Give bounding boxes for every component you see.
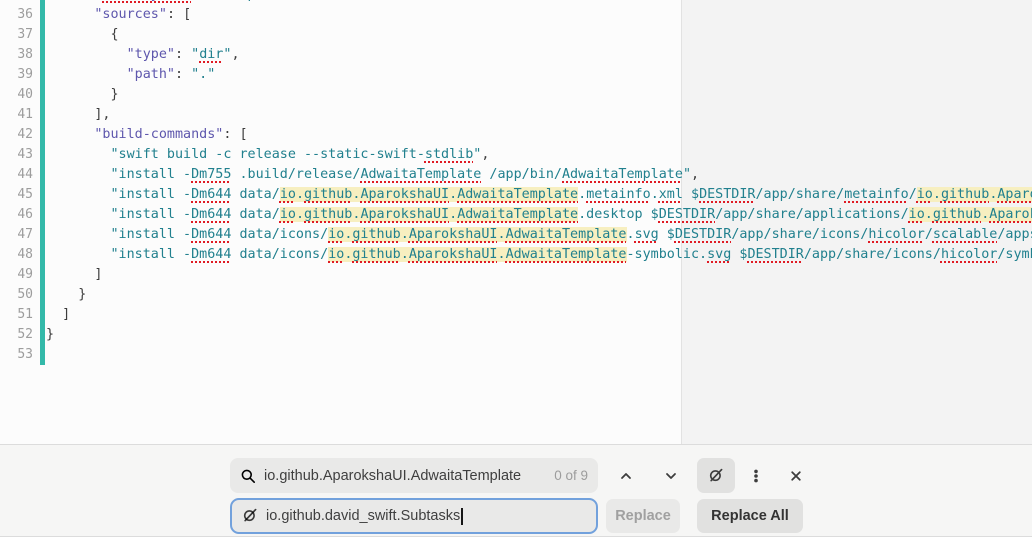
app-window: 35 "buildsystem": "simple",36 "sources":… bbox=[0, 0, 1032, 539]
code-text: } bbox=[46, 285, 86, 305]
find-replace-icon bbox=[242, 508, 258, 524]
changed-line-indicator bbox=[40, 5, 45, 25]
changed-line-indicator bbox=[40, 285, 45, 305]
code-line[interactable]: 47 "install -Dm644 data/icons/io.github.… bbox=[0, 225, 1032, 245]
text-caret bbox=[461, 508, 463, 525]
changed-line-indicator bbox=[40, 325, 45, 345]
code-lines: 35 "buildsystem": "simple",36 "sources":… bbox=[0, 0, 1032, 365]
search-options-menu-button[interactable] bbox=[737, 458, 775, 493]
code-text: "install -Dm644 data/icons/io.github.Apa… bbox=[46, 245, 1032, 265]
code-line[interactable]: 45 "install -Dm644 data/io.github.Aparok… bbox=[0, 185, 1032, 205]
code-line[interactable]: 37 { bbox=[0, 25, 1032, 45]
line-number: 41 bbox=[0, 105, 33, 125]
line-number: 50 bbox=[0, 285, 33, 305]
chevron-down-icon bbox=[663, 468, 679, 484]
chevron-up-icon bbox=[618, 468, 634, 484]
code-text: } bbox=[46, 325, 54, 345]
code-line[interactable]: 51 ] bbox=[0, 305, 1032, 325]
line-number: 47 bbox=[0, 225, 33, 245]
search-icon bbox=[240, 468, 256, 484]
code-line[interactable]: 38 "type": "dir", bbox=[0, 45, 1032, 65]
line-number: 52 bbox=[0, 325, 33, 345]
line-number: 38 bbox=[0, 45, 33, 65]
close-search-button[interactable] bbox=[777, 458, 815, 493]
replace-input[interactable]: io.github.david_swift.Subtasks bbox=[230, 498, 598, 534]
menu-kebab-icon bbox=[748, 468, 764, 484]
code-text: "install -Dm644 data/icons/io.github.Apa… bbox=[46, 225, 1032, 245]
code-text: ], bbox=[46, 105, 111, 125]
line-number: 44 bbox=[0, 165, 33, 185]
code-text: "install -Dm644 data/io.github.Aparoksha… bbox=[46, 205, 1032, 225]
code-text: "sources": [ bbox=[46, 5, 191, 25]
line-number: 51 bbox=[0, 305, 33, 325]
changed-line-indicator bbox=[40, 185, 45, 205]
code-line[interactable]: 40 } bbox=[0, 85, 1032, 105]
changed-line-indicator bbox=[40, 105, 45, 125]
code-text: ] bbox=[46, 265, 102, 285]
find-replace-icon bbox=[708, 468, 724, 484]
next-match-button[interactable] bbox=[652, 458, 690, 493]
code-text: { bbox=[46, 25, 119, 45]
line-number: 43 bbox=[0, 145, 33, 165]
changed-line-indicator bbox=[40, 45, 45, 65]
line-number: 42 bbox=[0, 125, 33, 145]
changed-line-indicator bbox=[40, 65, 45, 85]
search-replace-bar: io.github.AparokshaUI.AdwaitaTemplate 0 … bbox=[0, 444, 1032, 537]
line-number: 53 bbox=[0, 345, 33, 365]
match-count: 0 of 9 bbox=[554, 468, 588, 483]
close-icon bbox=[788, 468, 804, 484]
line-number: 39 bbox=[0, 65, 33, 85]
changed-line-indicator bbox=[40, 25, 45, 45]
code-text: "path": "." bbox=[46, 65, 215, 85]
code-line[interactable]: 49 ] bbox=[0, 265, 1032, 285]
changed-line-indicator bbox=[40, 225, 45, 245]
code-line[interactable]: 48 "install -Dm644 data/icons/io.github.… bbox=[0, 245, 1032, 265]
changed-line-indicator bbox=[40, 245, 45, 265]
changed-line-indicator bbox=[40, 165, 45, 185]
replace-button[interactable]: Replace bbox=[606, 499, 680, 533]
code-text: "install -Dm755 .build/release/AdwaitaTe… bbox=[46, 165, 699, 185]
code-line[interactable]: 43 "swift build -c release --static-swif… bbox=[0, 145, 1032, 165]
line-number: 46 bbox=[0, 205, 33, 225]
line-number: 49 bbox=[0, 265, 33, 285]
changed-line-indicator bbox=[40, 265, 45, 285]
code-text: } bbox=[46, 85, 119, 105]
line-number: 48 bbox=[0, 245, 33, 265]
line-number: 36 bbox=[0, 5, 33, 25]
previous-match-button[interactable] bbox=[607, 458, 645, 493]
replace-input-value: io.github.david_swift.Subtasks bbox=[266, 508, 460, 524]
changed-line-indicator bbox=[40, 125, 45, 145]
replace-all-button[interactable]: Replace All bbox=[697, 499, 803, 533]
code-text: "install -Dm644 data/io.github.Aparoksha… bbox=[46, 185, 1032, 205]
line-number: 37 bbox=[0, 25, 33, 45]
code-line[interactable]: 46 "install -Dm644 data/io.github.Aparok… bbox=[0, 205, 1032, 225]
code-line[interactable]: 52} bbox=[0, 325, 1032, 345]
changed-line-indicator bbox=[40, 85, 45, 105]
code-line[interactable]: 39 "path": "." bbox=[0, 65, 1032, 85]
search-input-value: io.github.AparokshaUI.AdwaitaTemplate bbox=[264, 468, 521, 484]
changed-line-indicator bbox=[40, 345, 45, 365]
code-text: "build-commands": [ bbox=[46, 125, 248, 145]
code-text: "type": "dir", bbox=[46, 45, 240, 65]
code-editor[interactable]: 35 "buildsystem": "simple",36 "sources":… bbox=[0, 0, 1032, 444]
code-line[interactable]: 36 "sources": [ bbox=[0, 5, 1032, 25]
replace-mode-toggle[interactable] bbox=[697, 458, 735, 493]
code-line[interactable]: 53 bbox=[0, 345, 1032, 365]
code-line[interactable]: 41 ], bbox=[0, 105, 1032, 125]
changed-line-indicator bbox=[40, 305, 45, 325]
changed-line-indicator bbox=[40, 205, 45, 225]
search-input[interactable]: io.github.AparokshaUI.AdwaitaTemplate 0 … bbox=[230, 458, 598, 493]
changed-line-indicator bbox=[40, 145, 45, 165]
code-line[interactable]: 44 "install -Dm755 .build/release/Adwait… bbox=[0, 165, 1032, 185]
code-line[interactable]: 42 "build-commands": [ bbox=[0, 125, 1032, 145]
code-text: "swift build -c release --static-swift-s… bbox=[46, 145, 489, 165]
line-number: 40 bbox=[0, 85, 33, 105]
code-line[interactable]: 50 } bbox=[0, 285, 1032, 305]
line-number: 45 bbox=[0, 185, 33, 205]
code-text: ] bbox=[46, 305, 70, 325]
